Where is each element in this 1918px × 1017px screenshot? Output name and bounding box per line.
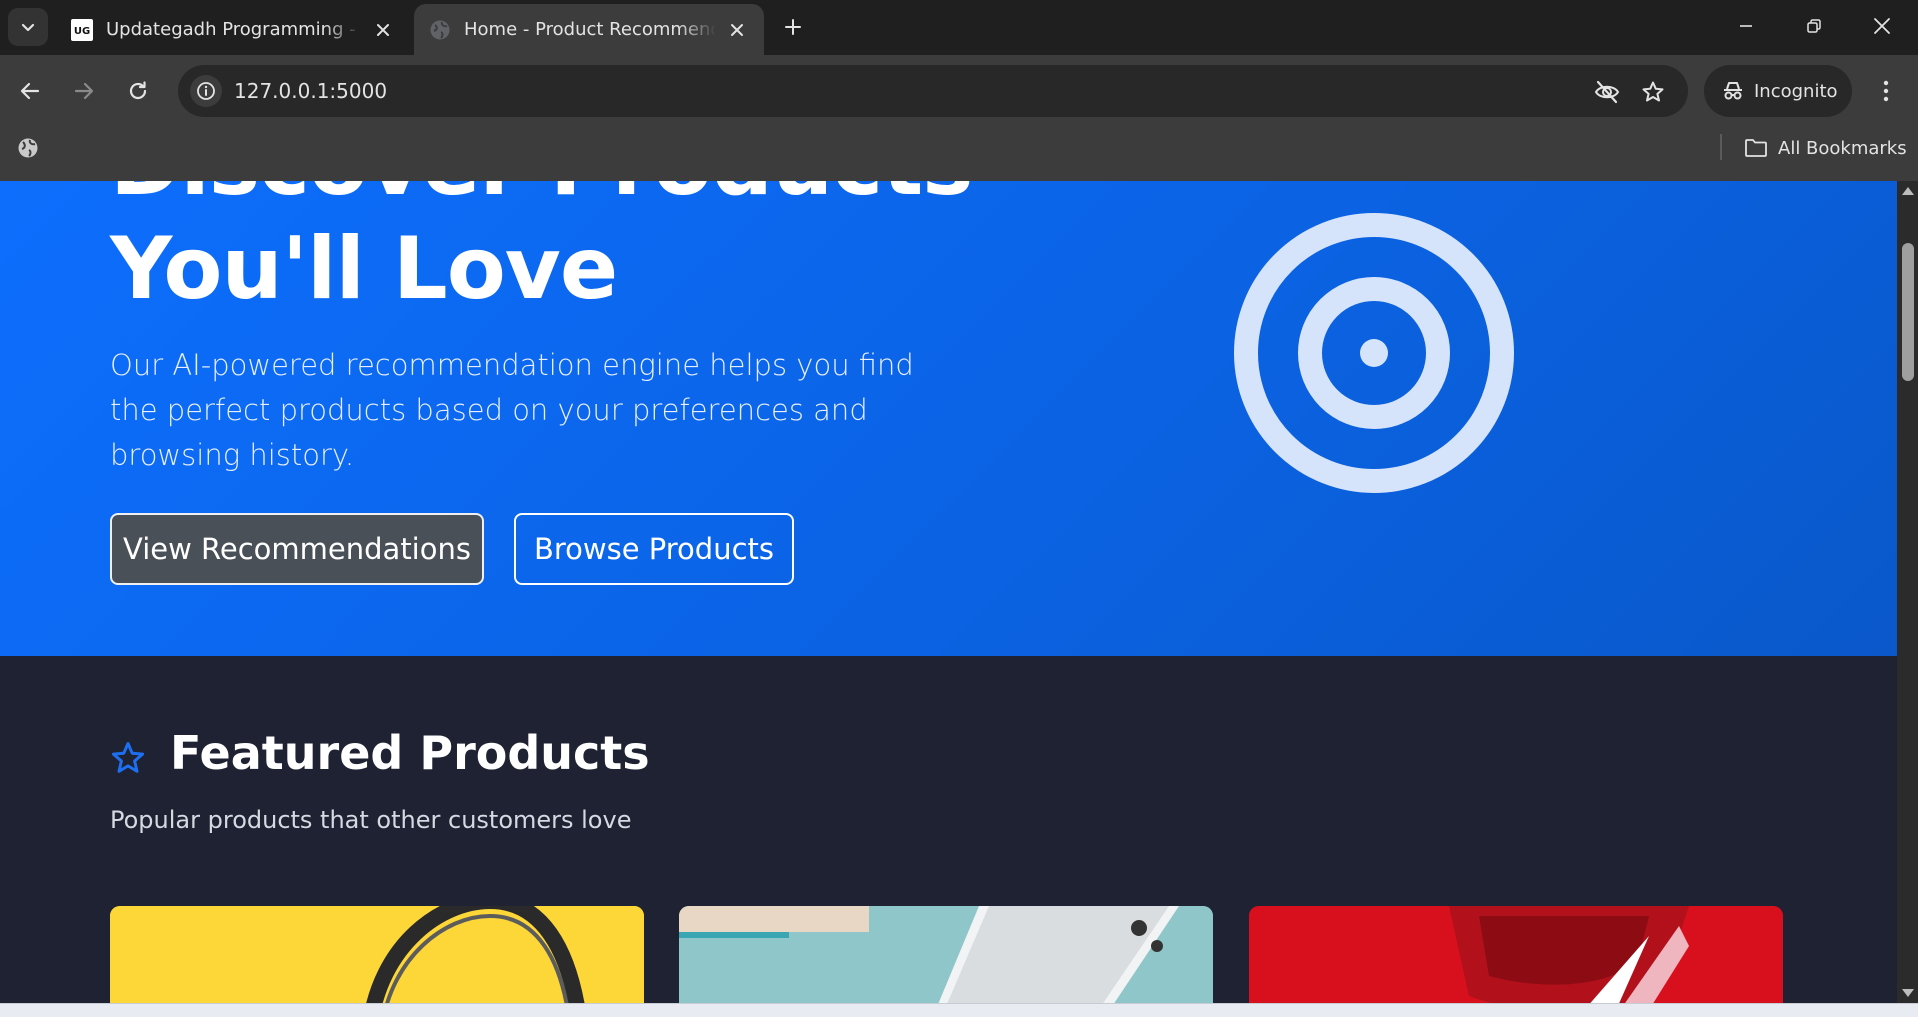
scroll-up-icon[interactable]: [1901, 185, 1915, 197]
tab-title: Home - Product Recommendation: [464, 19, 716, 40]
info-icon: [197, 82, 215, 100]
featured-products-subtitle: Popular products that other customers lo…: [110, 806, 632, 834]
restore-button[interactable]: [1780, 0, 1848, 52]
page-viewport: Discover Products You'll Love Our AI-pow…: [0, 181, 1897, 1003]
ug-logo-icon: UG: [70, 18, 94, 42]
minimize-button[interactable]: [1712, 0, 1780, 52]
product-card-image[interactable]: [1249, 906, 1783, 1003]
browser-menu-button[interactable]: [1868, 71, 1904, 111]
featured-products-title: Featured Products: [170, 726, 650, 780]
incognito-icon: [1724, 82, 1742, 100]
close-icon: [377, 23, 389, 36]
tab-product-recommendation[interactable]: Home - Product Recommendation: [414, 4, 764, 55]
globe-icon: [428, 18, 452, 42]
scroll-down-icon[interactable]: [1901, 987, 1915, 999]
headphones-image: [110, 906, 644, 1003]
bookmark-globe-button[interactable]: [14, 134, 42, 162]
more-vertical-icon: [1883, 80, 1889, 102]
page-scrollbar[interactable]: [1897, 181, 1918, 1003]
close-tab-button[interactable]: [724, 17, 750, 43]
close-icon: [731, 23, 743, 36]
globe-icon: [18, 138, 38, 158]
incognito-label: Incognito: [1754, 80, 1838, 102]
back-button[interactable]: [10, 71, 50, 111]
url-text[interactable]: 127.0.0.1:5000: [234, 79, 387, 103]
all-bookmarks-button[interactable]: All Bookmarks: [1744, 131, 1907, 165]
hero-title-line-2: You'll Love: [110, 219, 618, 319]
arrow-left-icon: [20, 82, 40, 100]
tab-updategadh[interactable]: UG Updategadh Programming - Updategadh: [56, 4, 410, 55]
close-window-button[interactable]: [1848, 0, 1916, 52]
forward-button[interactable]: [64, 71, 104, 111]
hero-title: Discover Products You'll Love: [110, 181, 973, 321]
reload-button[interactable]: [118, 71, 158, 111]
close-tab-button[interactable]: [370, 17, 396, 43]
phone-image: [679, 906, 1213, 1003]
target-icon: [1234, 213, 1514, 493]
product-card-image[interactable]: [679, 906, 1213, 1003]
all-bookmarks-label: All Bookmarks: [1778, 137, 1907, 159]
scroll-thumb[interactable]: [1902, 243, 1914, 381]
arrow-right-icon: [74, 82, 94, 100]
featured-products-section: Featured Products Popular products that …: [0, 656, 1897, 1003]
hero-lead-text: Our AI-powered recommendation engine hel…: [110, 348, 914, 472]
product-card-image[interactable]: [110, 906, 644, 1003]
plus-icon: [785, 19, 801, 35]
reload-icon: [129, 81, 147, 100]
bookmark-star-button[interactable]: [1638, 77, 1668, 107]
star-outline-icon: [111, 742, 145, 773]
bookmarks-separator: [1720, 134, 1722, 160]
address-bar[interactable]: 127.0.0.1:5000: [178, 65, 1688, 117]
tab-title: Updategadh Programming - Updategadh: [106, 19, 362, 40]
new-tab-button[interactable]: [778, 12, 808, 42]
browse-products-button[interactable]: Browse Products: [514, 513, 794, 585]
eye-off-icon: [1594, 80, 1620, 104]
tab-search-button[interactable]: [8, 8, 48, 46]
star-icon: [1642, 81, 1664, 102]
incognito-badge[interactable]: Incognito: [1704, 65, 1852, 117]
minimize-icon: [1740, 25, 1752, 27]
ug-logo-badge: UG: [74, 26, 90, 37]
site-info-button[interactable]: [190, 75, 222, 107]
hero-section: Discover Products You'll Love Our AI-pow…: [0, 181, 1897, 656]
chevron-down-icon: [21, 23, 35, 32]
view-recommendations-button[interactable]: View Recommendations: [110, 513, 484, 585]
browser-toolbar: 127.0.0.1:5000 Incognito All Bookmarks: [0, 55, 1918, 181]
close-icon: [1874, 18, 1890, 34]
sneaker-image: [1249, 906, 1783, 1003]
tab-strip: UG Updategadh Programming - Updategadh H…: [0, 0, 1918, 55]
hero-title-line-1: Discover Products: [110, 181, 973, 217]
folder-icon: [1745, 139, 1767, 157]
os-taskbar: [0, 1003, 1918, 1017]
tracking-protection-button[interactable]: [1592, 77, 1622, 107]
restore-icon: [1807, 19, 1821, 33]
